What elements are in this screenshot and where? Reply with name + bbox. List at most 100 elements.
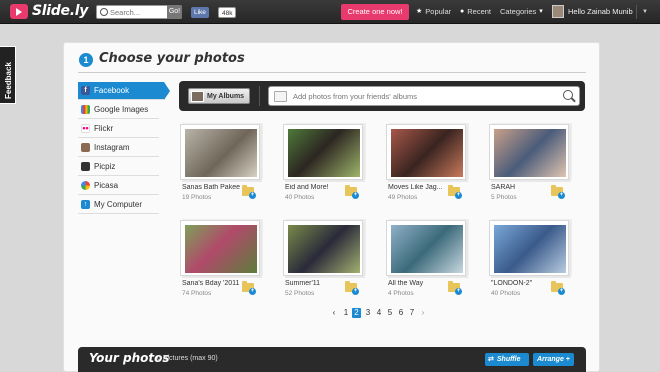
shuffle-icon: ⇄ bbox=[488, 356, 494, 363]
nav-categories-label: Categories bbox=[500, 7, 537, 16]
pagination-page[interactable]: 3 bbox=[364, 308, 372, 318]
pagination-page[interactable]: 1 bbox=[342, 308, 350, 318]
pagination-next-icon[interactable]: › bbox=[419, 308, 427, 318]
like-count: 48k bbox=[218, 7, 237, 18]
album-card[interactable]: All the Way 4 Photos + bbox=[386, 220, 472, 304]
facebook-like-button[interactable]: Like bbox=[191, 7, 209, 18]
album-name: Eid and More! bbox=[285, 184, 329, 191]
album-photo-count: 19 Photos bbox=[182, 194, 212, 201]
album-name: "LONDON-2" bbox=[491, 280, 533, 287]
album-stack bbox=[180, 124, 260, 180]
source-picasa[interactable]: Picasa bbox=[78, 177, 159, 195]
source-label: Flickr bbox=[94, 124, 114, 133]
user-menu-chevron-icon[interactable]: ▼ bbox=[642, 0, 648, 24]
user-greeting[interactable]: Hello Zainab Munib bbox=[568, 0, 633, 24]
source-google-images[interactable]: Google Images bbox=[78, 101, 159, 119]
album-card[interactable]: Sana's Bday '2011 74 Photos + bbox=[180, 220, 266, 304]
album-name: Moves Like Jag... bbox=[388, 184, 443, 191]
like-label: Like bbox=[194, 9, 206, 16]
album-photo-count: 40 Photos bbox=[285, 194, 315, 201]
nav-categories[interactable]: Categories ▾ bbox=[500, 0, 543, 24]
source-facebook[interactable]: f Facebook bbox=[78, 82, 170, 100]
brand-name: Slide.ly bbox=[32, 3, 89, 19]
add-icon[interactable]: + bbox=[249, 192, 256, 199]
pagination-page-current[interactable]: 2 bbox=[352, 308, 361, 318]
album-photo-count: 52 Photos bbox=[285, 290, 315, 297]
album-card[interactable]: Sanas Bath Pakee 19 Photos + bbox=[180, 124, 266, 208]
add-icon[interactable]: + bbox=[558, 192, 565, 199]
album-cover-photo bbox=[391, 129, 463, 177]
site-search-input[interactable] bbox=[110, 6, 165, 18]
pagination-prev-icon[interactable]: ‹ bbox=[330, 308, 338, 318]
album-photo-count: 49 Photos bbox=[388, 194, 418, 201]
album-cover-photo bbox=[288, 225, 360, 273]
pagination-page[interactable]: 7 bbox=[408, 308, 416, 318]
picasa-icon bbox=[81, 181, 90, 190]
album-stack bbox=[489, 220, 569, 276]
album-stack bbox=[283, 220, 363, 276]
shuffle-button[interactable]: ⇄ Shuffle bbox=[485, 353, 529, 366]
add-icon[interactable]: + bbox=[352, 192, 359, 199]
album-cover-photo bbox=[494, 129, 566, 177]
album-card[interactable]: Moves Like Jag... 49 Photos + bbox=[386, 124, 472, 208]
flickr-icon: •• bbox=[81, 123, 90, 133]
play-icon bbox=[10, 3, 28, 19]
album-stack bbox=[283, 124, 363, 180]
source-label: Picpiz bbox=[94, 162, 116, 171]
album-stack bbox=[180, 220, 260, 276]
album-name: Summer'11 bbox=[285, 280, 321, 287]
nav-recent[interactable]: ● Recent bbox=[460, 0, 491, 24]
add-icon[interactable]: + bbox=[249, 288, 256, 295]
picpiz-icon bbox=[81, 162, 90, 171]
feedback-tab[interactable]: Feedback bbox=[0, 46, 16, 104]
friends-albums-search-input[interactable] bbox=[293, 88, 553, 104]
album-name: All the Way bbox=[388, 280, 424, 287]
shuffle-label: Shuffle bbox=[496, 356, 521, 363]
search-go-button[interactable]: Go! bbox=[167, 5, 182, 19]
source-picpiz[interactable]: Picpiz bbox=[78, 158, 159, 176]
add-icon[interactable]: + bbox=[352, 288, 359, 295]
album-card[interactable]: Summer'11 52 Photos + bbox=[283, 220, 369, 304]
arrange-button[interactable]: Arrange + bbox=[533, 353, 574, 366]
album-cover-photo bbox=[288, 129, 360, 177]
album-cover-photo bbox=[185, 129, 257, 177]
photo-icon bbox=[274, 91, 287, 102]
instagram-icon bbox=[81, 143, 90, 152]
source-label: My Computer bbox=[94, 200, 143, 209]
add-icon[interactable]: + bbox=[455, 288, 462, 295]
album-photo-count: 74 Photos bbox=[182, 290, 212, 297]
feedback-label: Feedback bbox=[4, 62, 13, 99]
source-instagram[interactable]: Instagram bbox=[78, 139, 159, 157]
create-one-now-button[interactable]: Create one now! bbox=[341, 4, 409, 20]
pagination-page[interactable]: 5 bbox=[386, 308, 394, 318]
nav-popular[interactable]: ★ Popular bbox=[416, 0, 451, 24]
source-label: Instagram bbox=[94, 143, 130, 152]
add-icon[interactable]: + bbox=[558, 288, 565, 295]
brand-logo[interactable]: Slide.ly bbox=[10, 3, 88, 19]
album-card[interactable]: Eid and More! 40 Photos + bbox=[283, 124, 369, 208]
album-stack bbox=[489, 124, 569, 180]
divider bbox=[78, 72, 586, 73]
album-card[interactable]: SARAH 5 Photos + bbox=[489, 124, 575, 208]
pagination-page[interactable]: 6 bbox=[397, 308, 405, 318]
source-my-computer[interactable]: ↑ My Computer bbox=[78, 196, 159, 214]
nav-popular-label: Popular bbox=[425, 7, 452, 16]
album-cover-photo bbox=[185, 225, 257, 273]
add-icon[interactable]: + bbox=[455, 192, 462, 199]
album-card[interactable]: "LONDON-2" 40 Photos + bbox=[489, 220, 575, 304]
source-label: Facebook bbox=[94, 86, 130, 95]
pagination-page[interactable]: 4 bbox=[375, 308, 383, 318]
facebook-icon: f bbox=[81, 86, 90, 95]
step-number-badge: 1 bbox=[79, 53, 93, 67]
clock-icon: ● bbox=[460, 8, 465, 15]
nav-recent-label: Recent bbox=[467, 7, 491, 16]
my-albums-button[interactable]: My Albums bbox=[188, 88, 250, 104]
album-name: Sana's Bday '2011 bbox=[182, 280, 240, 287]
friends-albums-search[interactable] bbox=[268, 86, 580, 106]
search-icon[interactable] bbox=[563, 90, 573, 100]
chevron-down-icon: ▾ bbox=[539, 8, 543, 15]
album-photo-count: 4 Photos bbox=[388, 290, 414, 297]
source-flickr[interactable]: •• Flickr bbox=[78, 120, 159, 138]
user-avatar[interactable] bbox=[552, 5, 564, 18]
source-label: Picasa bbox=[94, 181, 119, 190]
